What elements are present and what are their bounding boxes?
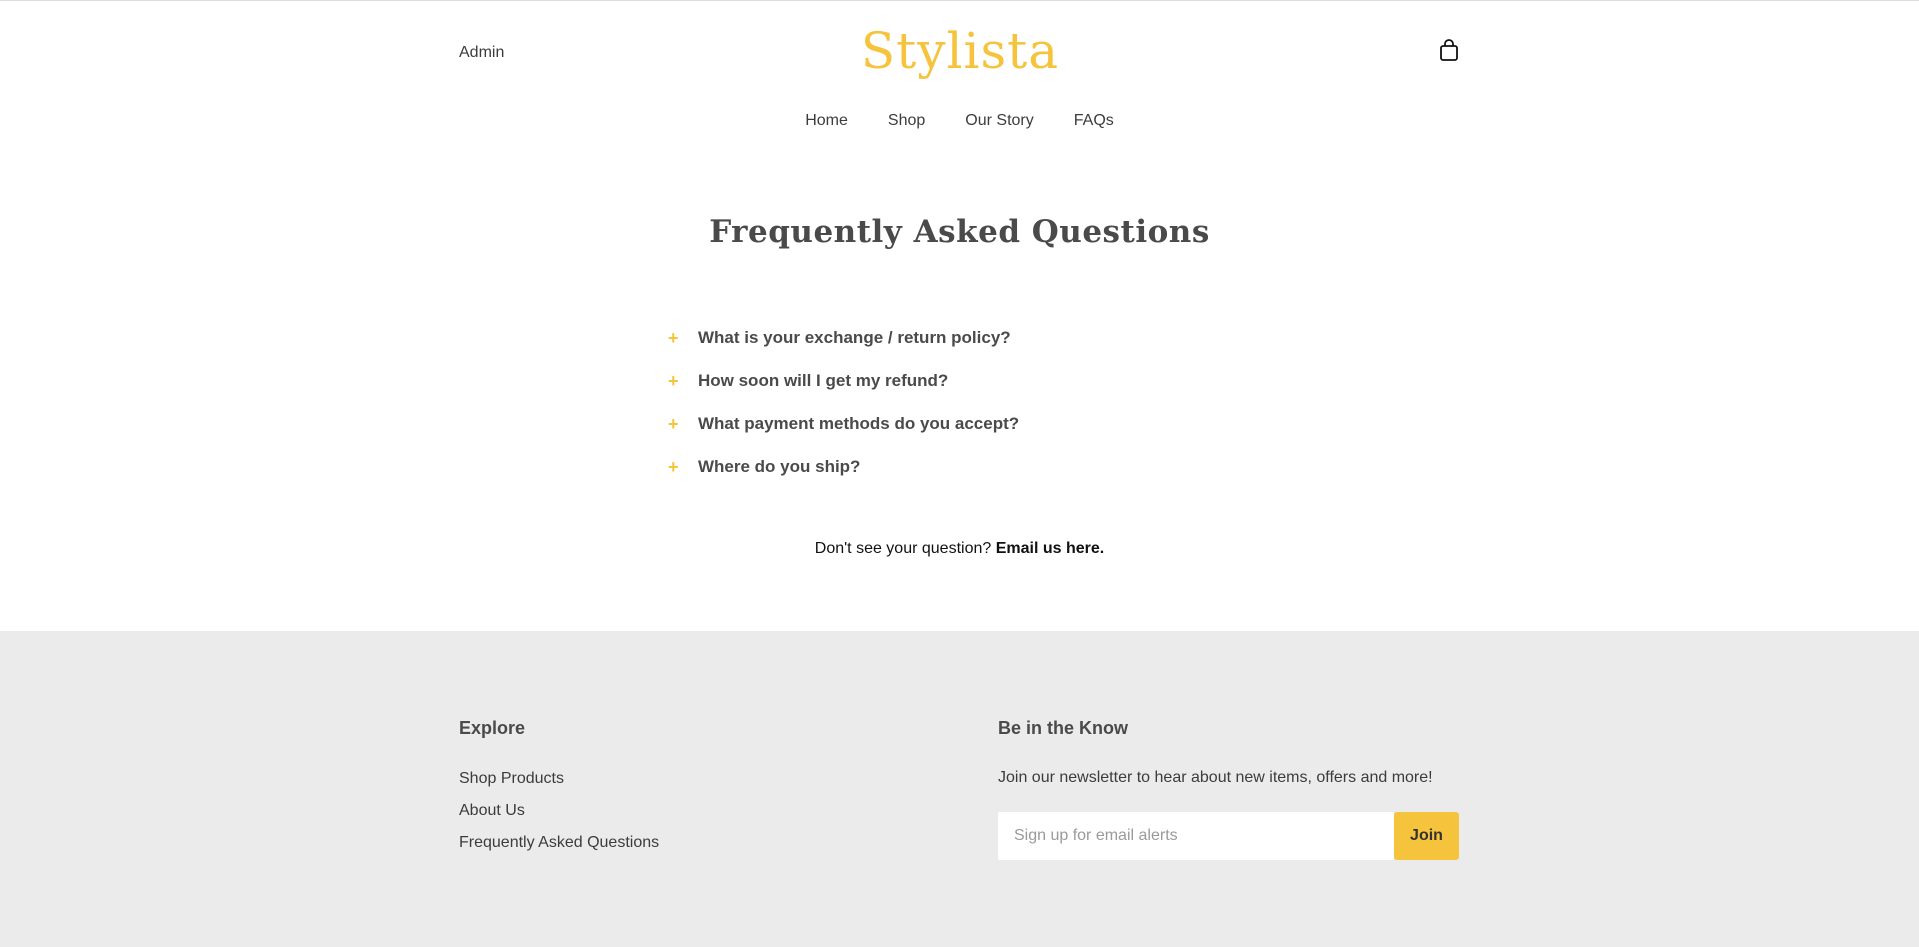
faq-question: Where do you ship?	[698, 456, 861, 476]
plus-icon: +	[668, 370, 679, 391]
nav-our-story[interactable]: Our Story	[965, 112, 1033, 130]
nav-faqs[interactable]: FAQs	[1074, 112, 1114, 130]
footer-link-about-us[interactable]: About Us	[459, 802, 525, 820]
main-nav: Home Shop Our Story FAQs	[0, 112, 1919, 130]
admin-link[interactable]: Admin	[459, 44, 504, 62]
faq-item-refund[interactable]: + How soon will I get my refund?	[668, 359, 1268, 402]
footer-link-faqs[interactable]: Frequently Asked Questions	[459, 834, 659, 852]
nav-home[interactable]: Home	[805, 112, 848, 130]
email-prompt: Don't see your question? Email us here.	[0, 540, 1919, 558]
newsletter-description: Join our newsletter to hear about new it…	[998, 769, 1433, 786]
faq-question: How soon will I get my refund?	[698, 370, 949, 390]
faq-list: + What is your exchange / return policy?…	[668, 316, 1268, 488]
faq-item-return-policy[interactable]: + What is your exchange / return policy?	[668, 316, 1268, 359]
plus-icon: +	[668, 327, 679, 348]
plus-icon: +	[668, 413, 679, 434]
faq-question: What is your exchange / return policy?	[698, 327, 1011, 347]
page-title: Frequently Asked Questions	[709, 214, 1210, 250]
brand-logo[interactable]: Stylista	[858, 14, 1062, 88]
site-footer: Explore Shop Products About Us Frequentl…	[0, 631, 1919, 947]
email-signup-input[interactable]	[998, 812, 1394, 860]
shopping-bag-icon[interactable]	[1438, 38, 1460, 62]
email-prompt-text: Don't see your question?	[814, 540, 992, 557]
faq-item-payment-methods[interactable]: + What payment methods do you accept?	[668, 402, 1268, 445]
faq-item-shipping[interactable]: + Where do you ship?	[668, 445, 1268, 488]
newsletter-heading: Be in the Know	[998, 718, 1128, 738]
footer-link-shop-products[interactable]: Shop Products	[459, 770, 564, 788]
explore-heading: Explore	[459, 718, 526, 738]
join-button[interactable]: Join	[1394, 812, 1459, 860]
site-header: Admin Stylista Home Shop Our Story FAQs	[0, 0, 1919, 140]
faq-question: What payment methods do you accept?	[698, 413, 1020, 433]
plus-icon: +	[668, 456, 679, 477]
nav-shop[interactable]: Shop	[888, 112, 925, 130]
email-us-link[interactable]: Email us here.	[996, 540, 1105, 557]
